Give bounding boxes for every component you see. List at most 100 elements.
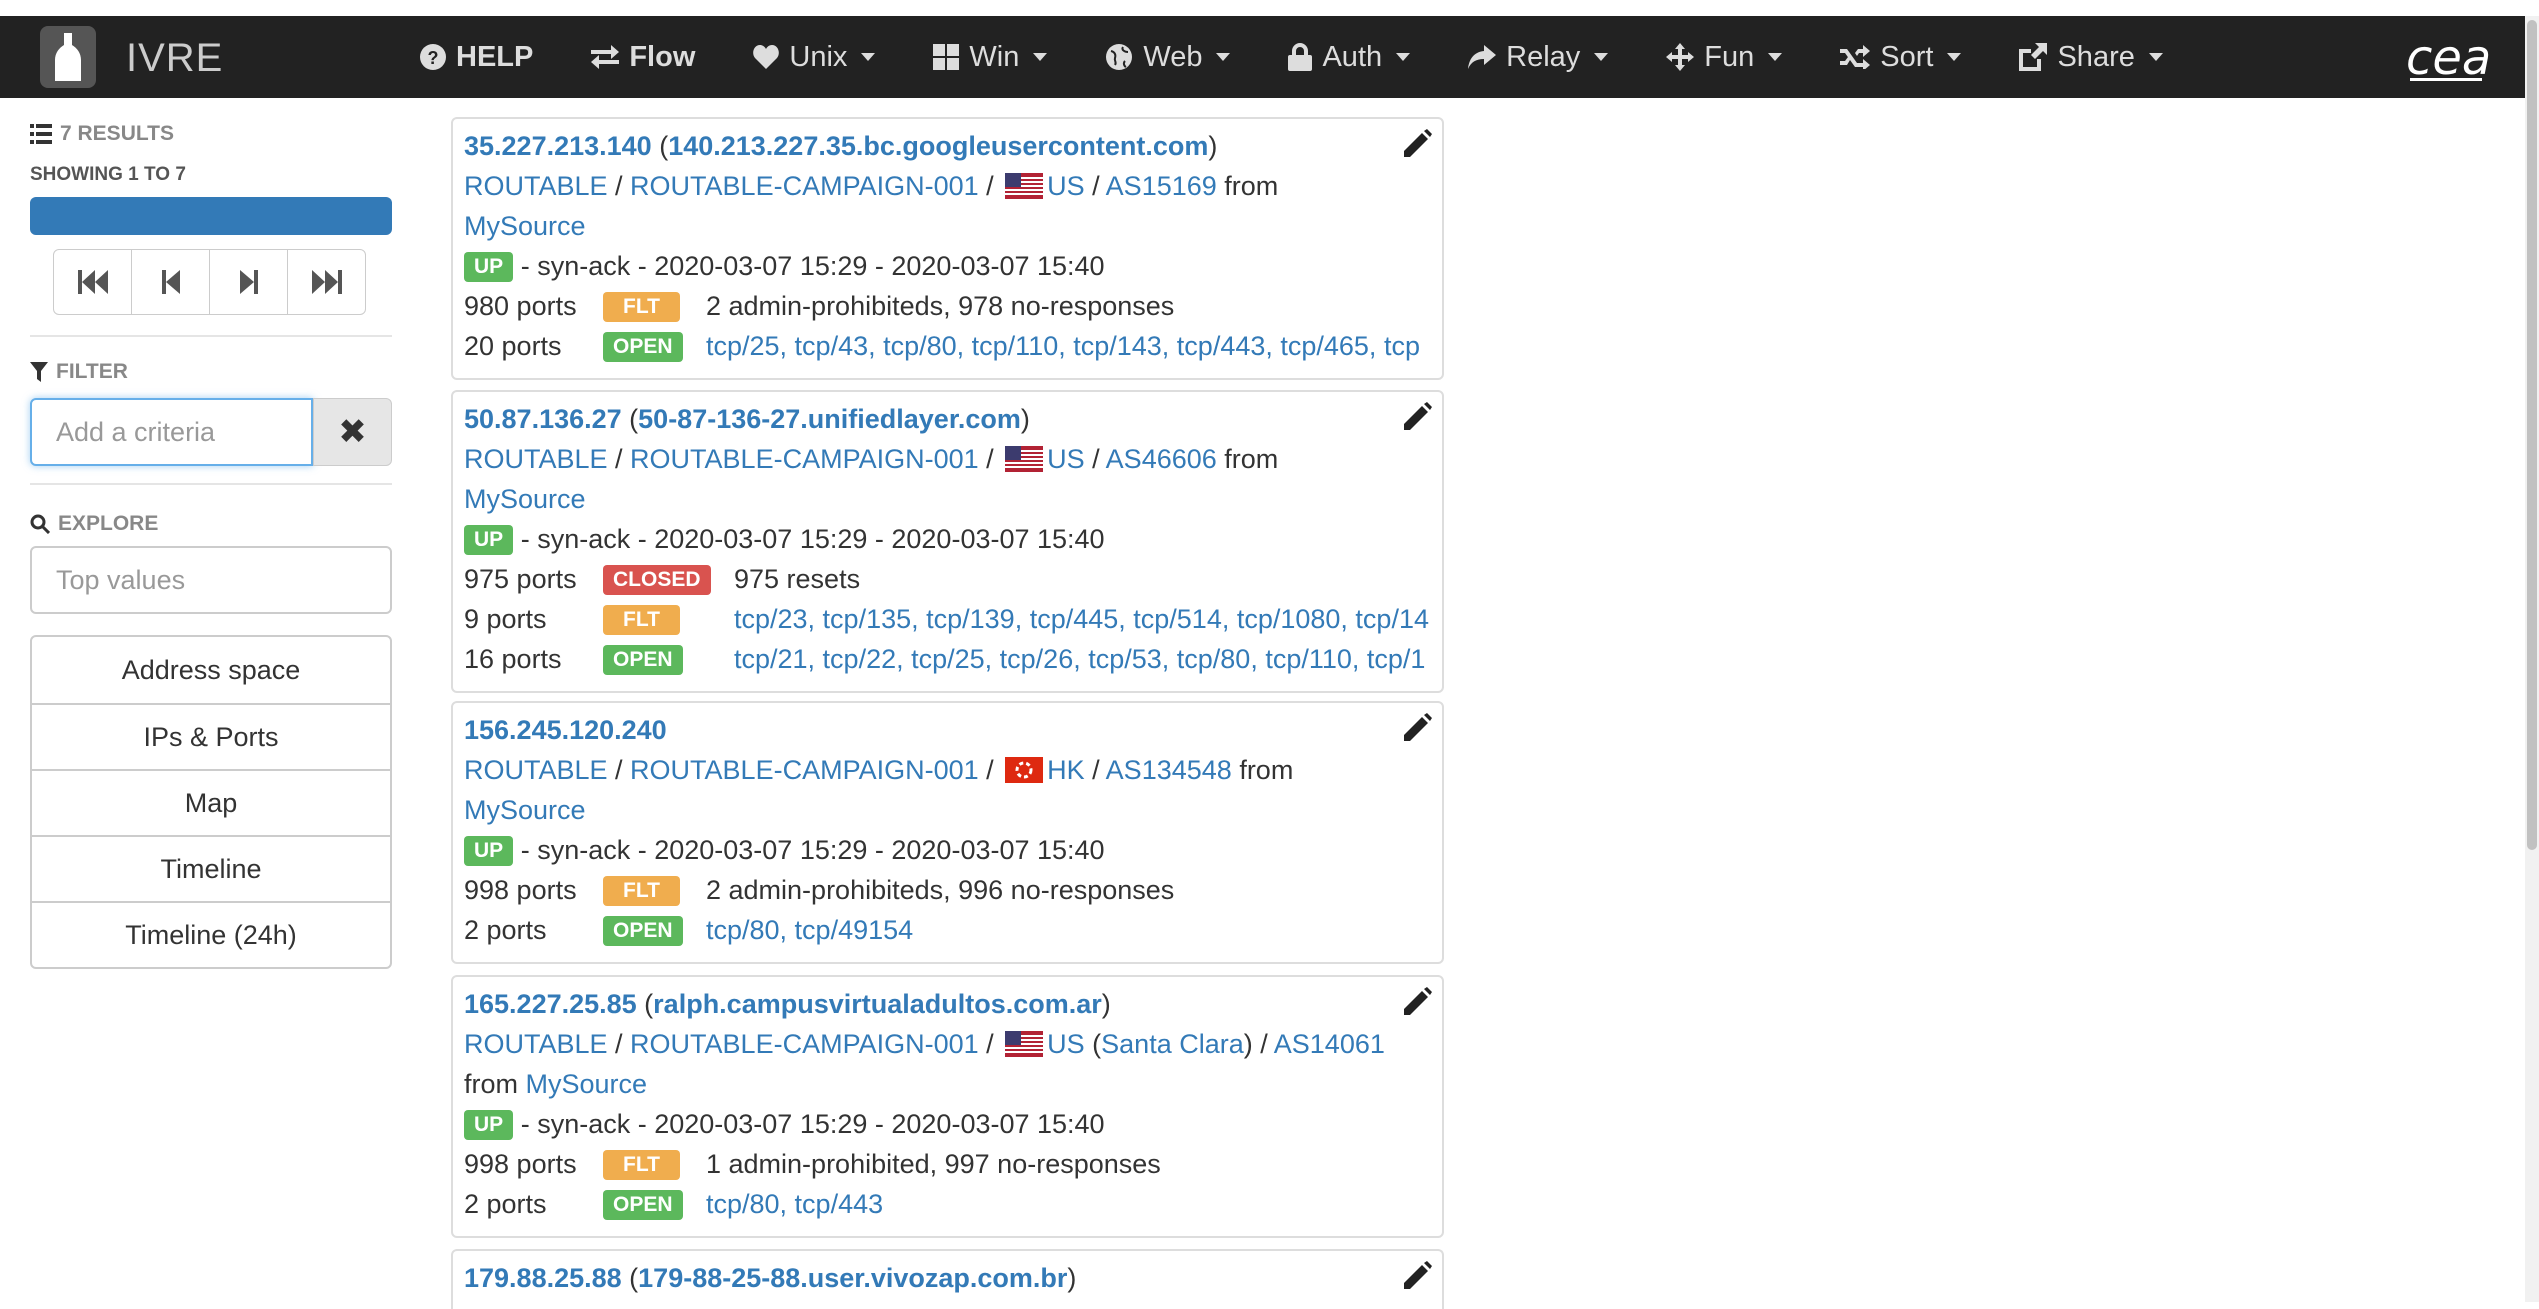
clear-filter-button[interactable]: ✖: [313, 398, 392, 466]
last-page-button[interactable]: [287, 249, 366, 315]
prev-page-button[interactable]: [131, 249, 210, 315]
ports-detail: 2 admin-prohibiteds, 978 no-responses: [706, 291, 1175, 321]
ports-state-badge[interactable]: FLT: [603, 1150, 680, 1180]
share-arrow-icon: [1468, 45, 1497, 69]
explore-timeline-24h[interactable]: Timeline (24h): [32, 901, 390, 967]
ports-state-badge[interactable]: FLT: [603, 876, 680, 906]
ports-state-badge[interactable]: FLT: [603, 605, 680, 635]
host-ip-link[interactable]: 179.88.25.88: [464, 1263, 622, 1293]
ports-row: 980 ports: [464, 291, 577, 322]
country-link[interactable]: HK: [1047, 755, 1085, 785]
as-link[interactable]: AS15169: [1106, 171, 1217, 201]
caret-down-icon: [2148, 53, 2163, 61]
campaign-link[interactable]: ROUTABLE-CAMPAIGN-001: [630, 171, 979, 201]
page-scrollbar-thumb[interactable]: [2527, 20, 2537, 850]
status-badge[interactable]: UP: [464, 525, 514, 555]
ports-state-badge[interactable]: OPEN: [603, 1190, 683, 1220]
filter-icon: [30, 362, 48, 382]
pager: [53, 249, 366, 315]
hostname-link[interactable]: ralph.campusvirtualadultos.com.ar: [653, 989, 1102, 1019]
explore-timeline[interactable]: Timeline: [32, 835, 390, 901]
nav-relay-label: Relay: [1506, 40, 1581, 73]
hostname-link[interactable]: 179-88-25-88.user.vivozap.com.br: [638, 1263, 1067, 1293]
city-link[interactable]: Santa Clara: [1101, 1029, 1244, 1059]
category-link[interactable]: ROUTABLE: [464, 755, 608, 785]
port-links[interactable]: tcp/21, tcp/22, tcp/25, tcp/26, tcp/53, …: [734, 644, 1425, 675]
host-ip-link[interactable]: 35.227.213.140: [464, 131, 652, 161]
status-badge[interactable]: UP: [464, 1110, 514, 1140]
explore-map[interactable]: Map: [32, 769, 390, 835]
lock-icon: [1288, 43, 1313, 71]
source-link[interactable]: MySource: [464, 795, 586, 825]
top-values-input[interactable]: [30, 546, 392, 614]
nav-win[interactable]: Win: [933, 41, 1048, 74]
edit-icon[interactable]: [1402, 1261, 1432, 1291]
category-link[interactable]: ROUTABLE: [464, 171, 608, 201]
country-link[interactable]: US: [1047, 171, 1085, 201]
nav-web-label: Web: [1143, 40, 1203, 73]
nav-sort[interactable]: Sort: [1840, 40, 1962, 74]
nav-auth[interactable]: Auth: [1288, 41, 1411, 74]
ports-state-badge[interactable]: CLOSED: [603, 565, 711, 595]
nav-web[interactable]: Web: [1105, 40, 1231, 74]
nav-sort-label: Sort: [1880, 40, 1934, 73]
explore-address-space[interactable]: Address space: [32, 637, 390, 703]
nav-fun-label: Fun: [1704, 40, 1755, 73]
explore-ips-ports[interactable]: IPs & Ports: [32, 703, 390, 769]
nav-help-label: HELP: [456, 40, 534, 73]
scan-times: - syn-ack - 2020-03-07 15:29 - 2020-03-0…: [520, 835, 1105, 865]
ports-state-badge[interactable]: OPEN: [603, 645, 683, 675]
status-badge[interactable]: UP: [464, 836, 514, 866]
campaign-link[interactable]: ROUTABLE-CAMPAIGN-001: [630, 1029, 979, 1059]
port-links[interactable]: tcp/23, tcp/135, tcp/139, tcp/445, tcp/5…: [734, 604, 1429, 635]
ports-state-badge[interactable]: OPEN: [603, 916, 683, 946]
nav-share[interactable]: Share: [2019, 41, 2163, 74]
as-link[interactable]: AS14061: [1274, 1029, 1385, 1059]
nav-flow[interactable]: Flow: [591, 41, 695, 74]
host-ip-link[interactable]: 165.227.25.85: [464, 989, 637, 1019]
next-page-button[interactable]: [209, 249, 288, 315]
hk-flag-icon: [1005, 757, 1044, 783]
list-icon: [30, 124, 52, 144]
filter-heading-label: FILTER: [56, 360, 128, 383]
first-page-button[interactable]: [53, 249, 132, 315]
port-links[interactable]: tcp/80, tcp/49154: [706, 915, 913, 946]
campaign-link[interactable]: ROUTABLE-CAMPAIGN-001: [630, 444, 979, 474]
status-badge[interactable]: UP: [464, 252, 514, 282]
campaign-link[interactable]: ROUTABLE-CAMPAIGN-001: [630, 755, 979, 785]
source-link[interactable]: MySource: [526, 1069, 648, 1099]
us-flag-icon: [1005, 446, 1044, 472]
filter-input[interactable]: [30, 398, 313, 466]
ports-detail: 2 admin-prohibiteds, 996 no-responses: [706, 875, 1175, 905]
ports-row: 20 ports: [464, 331, 562, 362]
bottle-logo-icon[interactable]: [40, 26, 96, 88]
edit-icon[interactable]: [1402, 987, 1432, 1017]
category-link[interactable]: ROUTABLE: [464, 1029, 608, 1059]
hostname-link[interactable]: 140.213.227.35.bc.googleusercontent.com: [668, 131, 1208, 161]
country-link[interactable]: US: [1047, 1029, 1085, 1059]
edit-icon[interactable]: [1402, 129, 1432, 159]
hostname-link[interactable]: 50-87-136-27.unifiedlayer.com: [638, 404, 1021, 434]
ports-state-badge[interactable]: OPEN: [603, 332, 683, 362]
external-share-icon: [2019, 43, 2048, 71]
brand-name[interactable]: IVRE: [126, 36, 223, 81]
source-link[interactable]: MySource: [464, 484, 586, 514]
country-link[interactable]: US: [1047, 444, 1085, 474]
edit-icon[interactable]: [1402, 713, 1432, 743]
globe-icon: [1106, 44, 1133, 70]
nav-unix[interactable]: Unix: [753, 41, 876, 74]
source-link[interactable]: MySource: [464, 211, 586, 241]
host-ip-link[interactable]: 50.87.136.27: [464, 404, 622, 434]
divider: [30, 335, 392, 337]
as-link[interactable]: AS134548: [1106, 755, 1232, 785]
host-ip-link[interactable]: 156.245.120.240: [464, 715, 667, 745]
nav-relay[interactable]: Relay: [1468, 40, 1609, 74]
nav-help[interactable]: ? HELP: [420, 41, 533, 74]
port-links[interactable]: tcp/80, tcp/443: [706, 1189, 883, 1220]
category-link[interactable]: ROUTABLE: [464, 444, 608, 474]
nav-fun[interactable]: Fun: [1666, 40, 1783, 74]
ports-state-badge[interactable]: FLT: [603, 292, 680, 322]
as-link[interactable]: AS46606: [1106, 444, 1217, 474]
edit-icon[interactable]: [1402, 402, 1432, 432]
port-links[interactable]: tcp/25, tcp/43, tcp/80, tcp/110, tcp/143…: [706, 331, 1420, 362]
